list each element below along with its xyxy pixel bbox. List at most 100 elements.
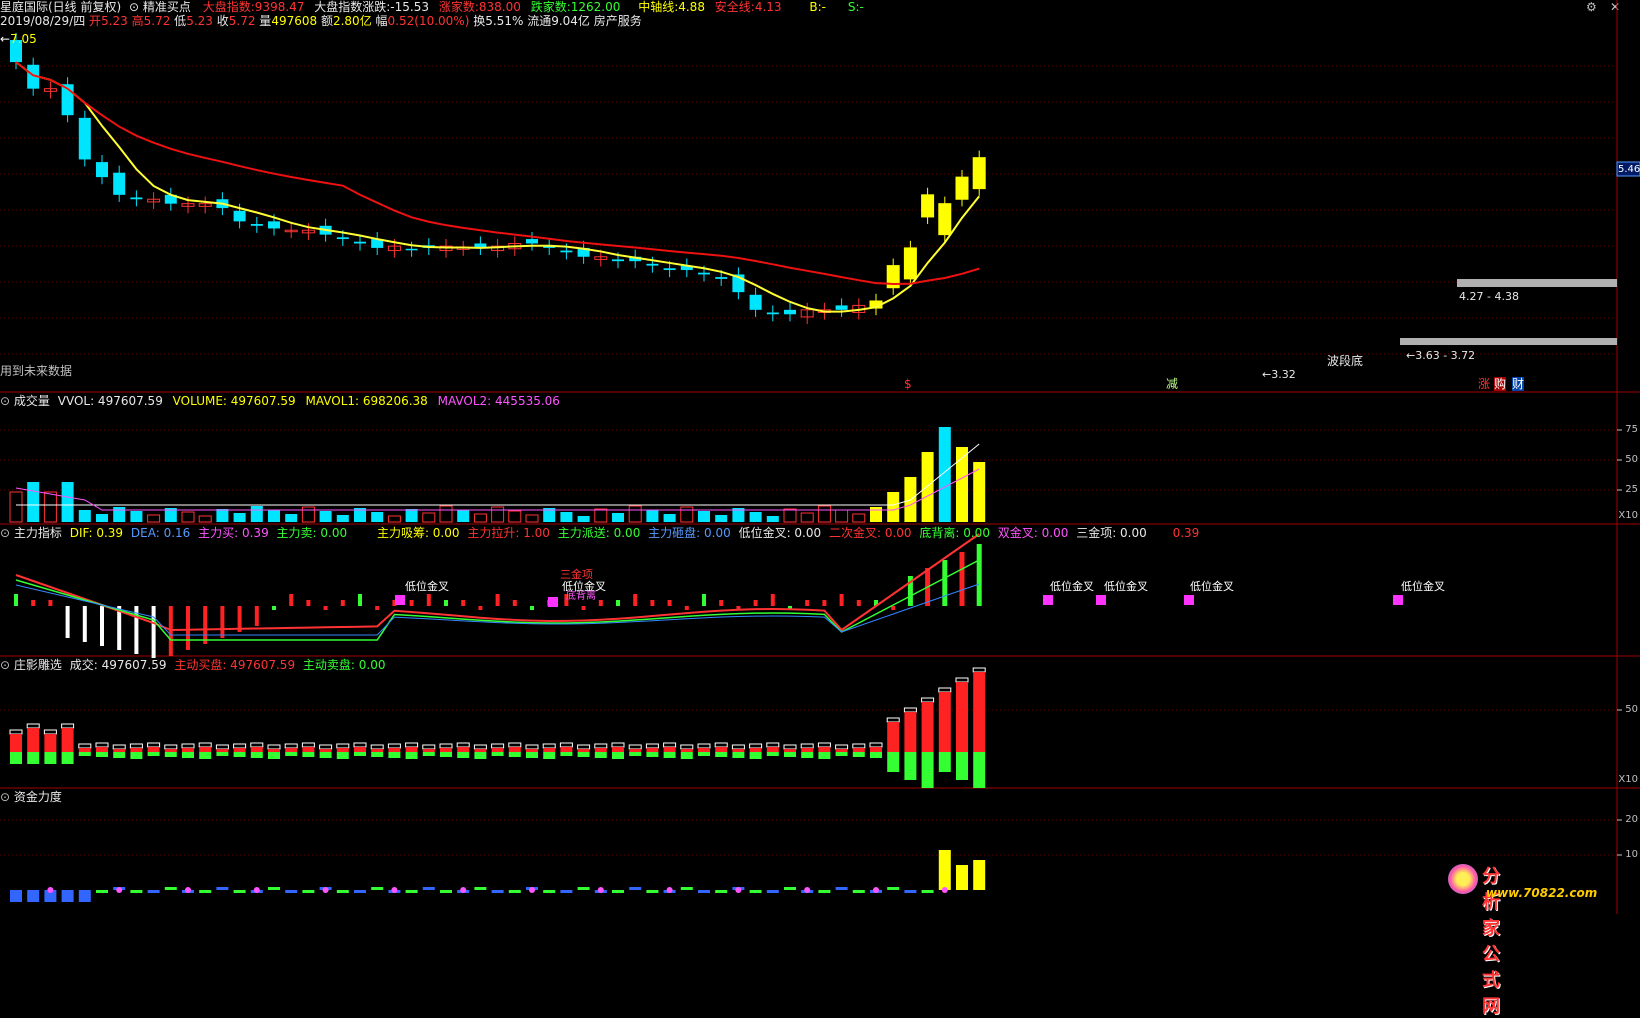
zy-sell-bar	[698, 752, 710, 756]
mf-bar	[254, 606, 259, 626]
zy-sell-bar	[10, 752, 22, 764]
zj-star-marker	[47, 887, 54, 893]
mf-bar	[976, 544, 982, 606]
zy-white-bar	[663, 742, 677, 748]
zy-buy-bar	[646, 748, 659, 752]
stock-chart[interactable]	[0, 0, 1640, 914]
mf-bar	[323, 606, 328, 610]
zy-buy-bar	[388, 748, 401, 752]
zy-buy-bar	[354, 747, 366, 752]
zy-buy-bar	[508, 747, 521, 752]
zy-white-bar	[800, 743, 814, 749]
mf-bar	[186, 606, 190, 650]
zy-sell-bar	[474, 752, 487, 759]
zy-sell-bar	[233, 752, 246, 757]
panel-icon[interactable]: ⊙	[0, 526, 10, 540]
volume-header: ⊙ 成交量 VVOL: 497607.59 VOLUME: 497607.59 …	[0, 394, 560, 408]
mf-bar	[82, 606, 87, 642]
zy-sell-bar	[216, 752, 229, 756]
resistance-band	[1457, 279, 1617, 287]
marker-jian: 减	[1166, 377, 1179, 391]
mf-bar	[856, 600, 861, 606]
marker-s: $	[904, 377, 912, 391]
zj-star-marker	[941, 887, 948, 893]
zy-sell-bar	[526, 752, 538, 758]
zj-bar	[887, 887, 900, 890]
zy-sell-bar	[268, 752, 280, 759]
moving-averages	[15, 61, 980, 313]
candle-body	[715, 277, 728, 279]
volume-bar	[835, 509, 849, 523]
mf-bar	[375, 606, 380, 610]
zy-sell-bar	[835, 752, 848, 756]
panel-icon[interactable]: ⊙	[0, 658, 10, 672]
zy-buy-bar	[422, 749, 435, 752]
zj-bar	[371, 887, 384, 890]
zy-buy-bar	[560, 747, 573, 752]
zj-star-marker	[529, 887, 535, 893]
watermark-url: www.70822.com	[1486, 886, 1598, 900]
zy-buy-bar	[216, 749, 229, 752]
zj-bar	[852, 890, 865, 893]
sjx-label: 三金项: 0.00	[1076, 526, 1147, 540]
marker-gou: 购	[1494, 377, 1507, 391]
volume-bar	[457, 510, 470, 522]
mf-bar	[340, 600, 345, 606]
candle-body	[903, 247, 917, 280]
zy-white-bar	[525, 744, 539, 750]
panel-icon[interactable]: ⊙	[0, 790, 10, 804]
volume-bar	[938, 427, 951, 522]
zj-panel-name[interactable]: 资金力度	[14, 790, 62, 804]
candle-body	[526, 239, 538, 244]
signal-marker	[1096, 595, 1106, 605]
zy-white-bar	[714, 742, 728, 748]
zy-axis-50: 50	[1625, 704, 1638, 715]
zy-buy-bar	[870, 747, 882, 752]
zy-panel-name[interactable]: 庄影雕选	[14, 658, 62, 672]
zj-bar	[233, 890, 246, 893]
dif-line	[15, 533, 980, 632]
zj-bar	[612, 890, 624, 893]
zy-buy-bar	[27, 728, 40, 752]
mf-bar	[598, 600, 603, 606]
zj-star-marker	[597, 887, 604, 893]
mf-bar	[31, 600, 36, 606]
volume-panel-name[interactable]: 成交量	[14, 394, 50, 408]
zy-buy-bar	[474, 749, 487, 752]
volume-bar	[147, 514, 161, 523]
zy-white-bar	[886, 717, 900, 723]
volume-bar	[336, 515, 349, 522]
ls-label: 主力拉升: 1.00	[467, 526, 550, 540]
volume-bar	[921, 452, 934, 522]
candle-body	[646, 263, 659, 266]
mf-bar	[891, 606, 896, 610]
zy-buy-bar	[147, 747, 160, 752]
zy-sell-bar	[164, 752, 177, 757]
mf-bar	[461, 600, 466, 606]
zj-bar	[749, 890, 762, 893]
mf-panel-name[interactable]: 主力指标	[14, 526, 62, 540]
zy-white-bar	[301, 742, 315, 748]
zy-buy-bar	[113, 749, 126, 752]
candle-body	[560, 250, 573, 253]
zy-axis-unit: X10	[1618, 774, 1638, 785]
volume-bar	[783, 508, 797, 523]
zy-white-bar	[680, 744, 694, 750]
dwjc-label: 低位金叉: 0.00	[738, 526, 822, 540]
zj-bar	[680, 887, 693, 890]
zj-star-marker	[666, 887, 673, 893]
zy-white-bar	[319, 744, 333, 750]
zj-star-marker	[185, 887, 191, 893]
zy-white-bar	[456, 742, 470, 748]
zy-buy-bar	[319, 749, 332, 752]
candle-body	[250, 224, 263, 226]
zy-sell-bar	[147, 752, 160, 756]
zy-buy-bar	[904, 712, 917, 752]
signal-label-1: 低位金叉	[405, 580, 449, 593]
zj-star-marker	[735, 887, 742, 893]
panel-icon[interactable]: ⊙	[0, 394, 10, 408]
zy-sell-bar	[887, 752, 900, 772]
zy-sell-bar	[44, 752, 57, 764]
zy-white-bar	[267, 744, 281, 750]
range-label-1: 4.27 - 4.38	[1459, 290, 1519, 303]
